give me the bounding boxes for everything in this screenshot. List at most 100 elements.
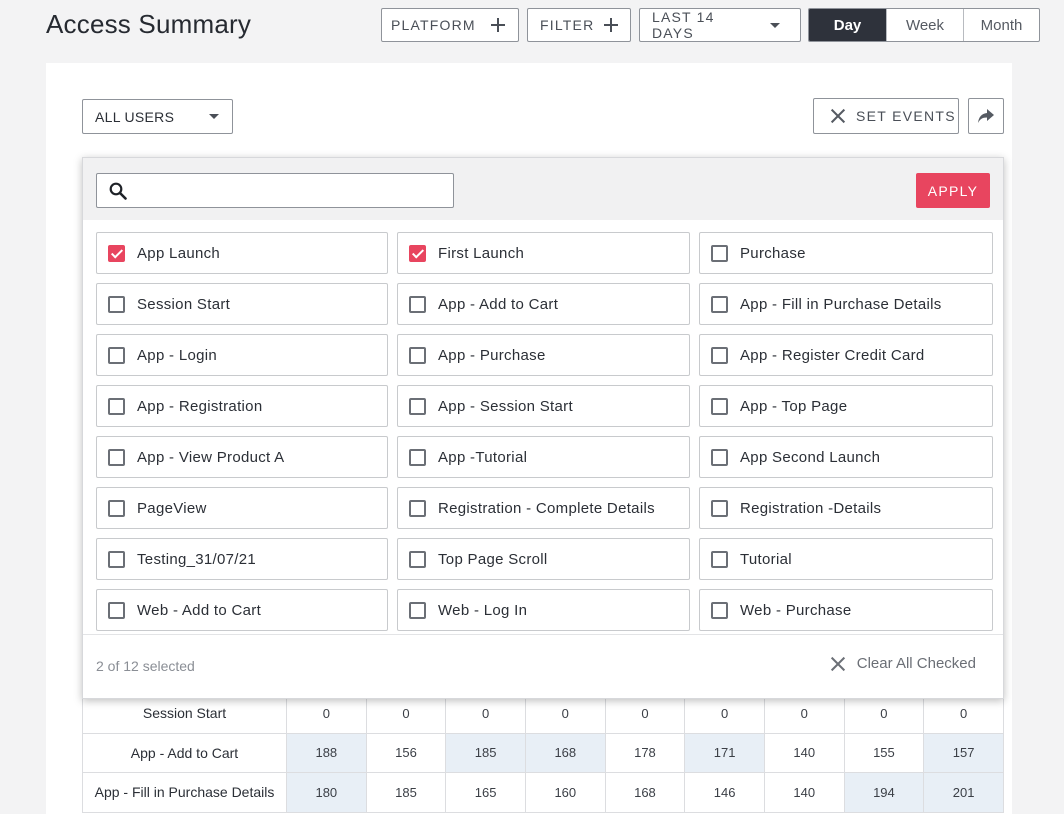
event-option-label: App - Purchase [438, 346, 546, 364]
table-cell: 188 [286, 732, 367, 773]
table-row-label: App - Fill in Purchase Details [82, 772, 287, 813]
event-option[interactable]: Top Page Scroll [397, 538, 690, 580]
table-cell: 156 [365, 732, 447, 773]
checkbox-unchecked[interactable] [108, 346, 125, 364]
event-option-label: Registration -Details [740, 499, 882, 517]
checkbox-unchecked[interactable] [711, 550, 728, 568]
checkbox-unchecked[interactable] [108, 295, 125, 313]
checkbox-unchecked[interactable] [711, 601, 728, 619]
table-cell: 168 [524, 732, 606, 773]
event-option[interactable]: Web - Add to Cart [96, 589, 388, 631]
event-option[interactable]: App - Add to Cart [397, 283, 690, 325]
platform-button-label: PLATFORM [391, 17, 476, 33]
date-range-dropdown[interactable]: LAST 14 DAYS [639, 8, 801, 42]
event-option-label: Top Page Scroll [438, 550, 548, 568]
table-row: App - Fill in Purchase Details 180 185 165 1… [82, 772, 1004, 813]
granularity-week-button[interactable]: Week [887, 9, 964, 41]
platform-button[interactable]: PLATFORM [381, 8, 519, 42]
close-icon [831, 109, 845, 123]
event-option-label: App -Tutorial [438, 448, 528, 466]
event-option-label: First Launch [438, 244, 525, 262]
table-cell: 171 [684, 732, 765, 773]
checkbox-unchecked[interactable] [711, 448, 728, 466]
clear-all-checked-button[interactable]: Clear All Checked [831, 655, 976, 672]
event-option-label: Session Start [137, 295, 231, 313]
table-cell: 168 [604, 772, 686, 813]
filter-button[interactable]: FILTER [527, 8, 631, 42]
checkbox-unchecked[interactable] [409, 499, 426, 517]
event-option[interactable]: App - Fill in Purchase Details [699, 283, 993, 325]
share-button[interactable] [968, 98, 1004, 134]
event-option[interactable]: App - Register Credit Card [699, 334, 993, 376]
event-option[interactable]: Web - Purchase [699, 589, 993, 631]
date-range-label: LAST 14 DAYS [652, 9, 715, 41]
checkbox-unchecked[interactable] [409, 295, 426, 313]
event-option[interactable]: App - Registration [96, 385, 388, 427]
user-segment-label: ALL USERS [95, 108, 175, 125]
event-option[interactable]: App - View Product A [96, 436, 388, 478]
table-cell: 185 [445, 732, 526, 773]
checkbox-unchecked[interactable] [409, 397, 426, 415]
event-option[interactable]: App - Purchase [397, 334, 690, 376]
event-option-label: App - Fill in Purchase Details [740, 295, 942, 313]
checkbox-unchecked[interactable] [409, 550, 426, 568]
event-option[interactable]: App - Top Page [699, 385, 993, 427]
event-option[interactable]: Tutorial [699, 538, 993, 580]
apply-button[interactable]: APPLY [916, 173, 990, 208]
event-option[interactable]: App -Tutorial [397, 436, 690, 478]
event-option-label: App - Login [137, 346, 218, 364]
checkbox-checked[interactable] [409, 244, 426, 262]
checkbox-unchecked[interactable] [711, 499, 728, 517]
checkbox-unchecked[interactable] [108, 397, 125, 415]
checkbox-unchecked[interactable] [108, 499, 125, 517]
checkbox-unchecked[interactable] [711, 397, 728, 415]
event-option[interactable]: Registration -Details [699, 487, 993, 529]
event-option-label: Testing_31/07/21 [137, 550, 257, 568]
set-events-label: SET EVENTS [856, 108, 956, 124]
event-option[interactable]: Purchase [699, 232, 993, 274]
share-icon [978, 109, 994, 123]
table-cell: 160 [524, 772, 606, 813]
user-segment-dropdown[interactable]: ALL USERS [82, 99, 233, 134]
checkbox-unchecked[interactable] [108, 550, 125, 568]
event-option-label: App - Top Page [740, 397, 848, 415]
event-option-label: App - Session Start [438, 397, 573, 415]
granularity-day-button[interactable]: Day [809, 9, 887, 41]
event-option[interactable]: App - Login [96, 334, 388, 376]
event-option[interactable]: App - Session Start [397, 385, 690, 427]
checkbox-checked[interactable] [108, 244, 125, 262]
close-icon [831, 657, 845, 671]
table-cell: 180 [286, 772, 367, 813]
event-option[interactable]: Testing_31/07/21 [96, 538, 388, 580]
plus-icon [604, 18, 618, 32]
table-cell: 194 [843, 772, 925, 813]
checkbox-unchecked[interactable] [409, 448, 426, 466]
event-option[interactable]: Registration - Complete Details [397, 487, 690, 529]
checkbox-unchecked[interactable] [409, 346, 426, 364]
selected-count: 2 of 12 selected [96, 658, 195, 674]
checkbox-unchecked[interactable] [711, 346, 728, 364]
event-option[interactable]: First Launch [397, 232, 690, 274]
event-option[interactable]: App Launch [96, 232, 388, 274]
checkbox-unchecked[interactable] [108, 448, 125, 466]
event-option-label: Purchase [740, 244, 806, 262]
plus-icon [491, 18, 505, 32]
checkbox-unchecked[interactable] [108, 601, 125, 619]
checkbox-unchecked[interactable] [711, 244, 728, 262]
event-option[interactable]: App Second Launch [699, 436, 993, 478]
set-events-button[interactable]: SET EVENTS [813, 98, 959, 134]
granularity-month-button[interactable]: Month [964, 9, 1039, 41]
event-checkbox-grid: App Launch First Launch Purchase Session St… [96, 232, 993, 631]
event-search-input[interactable] [137, 176, 447, 205]
event-option[interactable]: Web - Log In [397, 589, 690, 631]
event-option-label: App - Register Credit Card [740, 346, 925, 364]
event-option-label: Web - Log In [438, 601, 528, 619]
checkbox-unchecked[interactable] [409, 601, 426, 619]
event-option[interactable]: PageView [96, 487, 388, 529]
chevron-down-icon [209, 114, 219, 119]
checkbox-unchecked[interactable] [711, 295, 728, 313]
event-option[interactable]: Session Start [96, 283, 388, 325]
events-table: Session Start 0 0 0 0 0 0 0 0 0 App - Add to Cart 1… [82, 693, 1004, 813]
table-cell: 201 [923, 772, 1004, 813]
event-picker-footer: 2 of 12 selected Clear All Checked [83, 634, 1003, 700]
